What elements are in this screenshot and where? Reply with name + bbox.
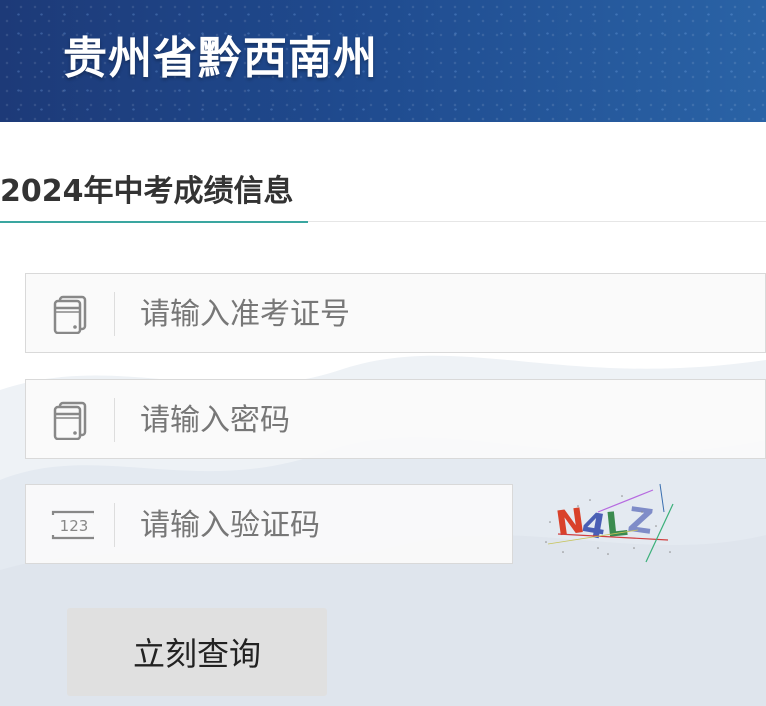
captcha-image[interactable]: N 4 L Z: [538, 482, 678, 564]
svg-text:L: L: [604, 504, 630, 546]
password-input[interactable]: [140, 398, 660, 442]
section-title-underline: [0, 221, 308, 223]
field-divider: [114, 398, 115, 442]
password-field: [25, 379, 766, 459]
field-divider: [114, 292, 115, 336]
id-card-icon: [53, 295, 87, 334]
header-banner: 贵州省黔西南州: [0, 0, 766, 122]
svg-text:123: 123: [60, 517, 89, 535]
site-title: 贵州省黔西南州: [63, 33, 378, 84]
submit-button[interactable]: 立刻查询: [67, 608, 327, 696]
svg-text:Z: Z: [625, 500, 655, 543]
exam-id-input[interactable]: [140, 292, 660, 336]
field-divider: [114, 503, 115, 547]
section-title: 2024年中考成绩信息: [0, 174, 294, 209]
captcha-field: 123: [25, 484, 513, 564]
captcha-input[interactable]: [140, 503, 500, 547]
exam-id-field: [25, 273, 766, 353]
id-card-icon: [53, 401, 87, 440]
number-123-icon: 123: [51, 510, 94, 540]
